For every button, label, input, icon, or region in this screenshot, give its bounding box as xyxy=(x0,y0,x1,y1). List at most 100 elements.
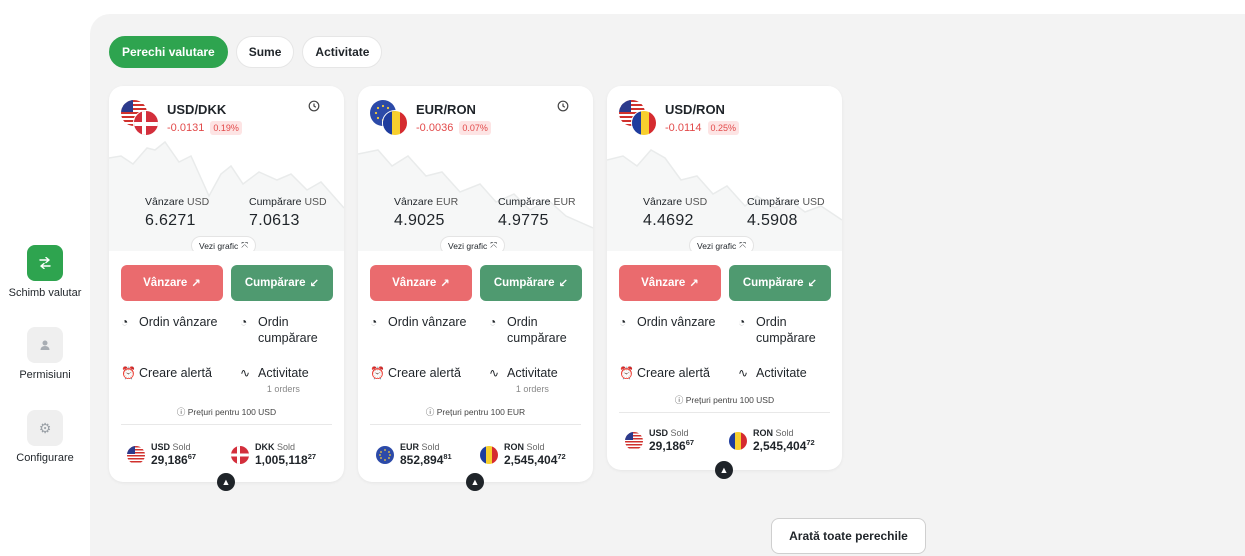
expand-icon: ⤧ xyxy=(490,240,498,250)
card-header: EUR/RON -0.0036 0.07% Vânzare EUR 4.9025… xyxy=(358,86,593,251)
buy-order-item[interactable]: ◔ Ordin cumpărare xyxy=(240,314,318,346)
balance-quote: RON Sold 2,545,40472 xyxy=(729,428,815,453)
create-alert-item[interactable]: ⏰ Creare alertă xyxy=(619,365,710,381)
action-buttons: Vânzare ↗ Cumpărare ↙ xyxy=(619,265,831,301)
collapse-button[interactable]: ▲ xyxy=(217,473,235,491)
tab-perechi-valutare[interactable]: Perechi valutare xyxy=(109,36,228,68)
tab-sume[interactable]: Sume xyxy=(235,36,295,68)
sell-button[interactable]: Vânzare ↗ xyxy=(619,265,721,301)
sell-button-label: Vânzare xyxy=(641,277,686,289)
activity-item[interactable]: ∿ Activitate 1 orders xyxy=(240,365,309,397)
balance-label: Sold xyxy=(775,428,794,438)
activity-label: Activitate xyxy=(507,366,558,380)
sell-rate: Vânzare USD 4.4692 xyxy=(643,196,707,230)
expand-icon: ⤧ xyxy=(241,240,249,250)
buy-button[interactable]: Cumpărare ↙ xyxy=(231,265,333,301)
nav-label: Schimb valutar xyxy=(8,287,82,299)
view-chart-label: Vezi grafic xyxy=(697,240,737,251)
sell-rate: Vânzare USD 6.6271 xyxy=(145,196,209,230)
balance-currency: EUR xyxy=(400,442,420,452)
buy-rate-currency: EUR xyxy=(553,196,576,208)
activity-pulse-icon: ∿ xyxy=(738,366,749,380)
buy-button[interactable]: Cumpărare ↙ xyxy=(480,265,582,301)
buy-order-label-1: Ordin xyxy=(756,315,787,329)
change-percent: 0.07% xyxy=(459,121,491,135)
buy-order-item[interactable]: ◔ Ordin cumpărare xyxy=(489,314,567,346)
balance-currency: USD xyxy=(151,442,171,452)
buy-order-label-1: Ordin xyxy=(258,315,289,329)
sell-rate-label: Vânzare xyxy=(145,196,185,208)
chevron-up-icon: ▲ xyxy=(470,477,480,487)
show-all-pairs-button[interactable]: Arată toate perechile xyxy=(771,518,926,554)
price-note: ⓘ Prețuri pentru 100 USD xyxy=(607,394,842,406)
history-icon[interactable] xyxy=(308,100,320,115)
pair-name: USD/RON xyxy=(665,102,725,117)
divider xyxy=(619,412,830,413)
divider xyxy=(121,424,332,425)
create-alert-label: Creare alertă xyxy=(139,366,212,380)
arrow-up-right-icon: ↗ xyxy=(689,278,699,290)
alarm-clock-icon: ⏰ xyxy=(619,366,634,380)
buy-order-item[interactable]: ◔ Ordin cumpărare xyxy=(738,314,816,346)
mini-chart xyxy=(358,149,593,251)
sell-button[interactable]: Vânzare ↗ xyxy=(370,265,472,301)
divider xyxy=(370,424,581,425)
sell-rate-label: Vânzare xyxy=(394,196,434,208)
gear-icon: ⚙ xyxy=(27,410,63,446)
view-chart-button[interactable]: Vezi grafic ⤧ xyxy=(440,236,506,251)
flag-dk-icon xyxy=(133,110,159,136)
buy-rate-dec: 9775 xyxy=(511,212,549,229)
pair-name: EUR/RON xyxy=(416,102,476,117)
history-icon[interactable] xyxy=(557,100,569,115)
change-value: -0.0036 xyxy=(416,122,454,134)
balance-base: EUR Sold 852,89481 xyxy=(376,442,452,467)
buy-rate-int: 7. xyxy=(249,212,263,229)
sell-rate-currency: USD xyxy=(685,196,708,208)
view-chart-button[interactable]: Vezi grafic ⤧ xyxy=(191,236,257,251)
price-note-text: Prețuri pentru 100 USD xyxy=(685,395,775,405)
create-alert-item[interactable]: ⏰ Creare alertă xyxy=(121,365,212,381)
balance-dec: 72 xyxy=(806,438,815,447)
clock-icon: ◔ xyxy=(738,315,746,329)
sell-order-item[interactable]: ◔ Ordin vânzare xyxy=(370,314,467,330)
sell-order-label: Ordin vânzare xyxy=(637,315,716,329)
view-chart-button[interactable]: Vezi grafic ⤧ xyxy=(689,236,755,251)
activity-item[interactable]: ∿ Activitate 1 orders xyxy=(489,365,558,397)
nav-configurare[interactable]: ⚙ Configurare xyxy=(0,410,90,464)
activity-pulse-icon: ∿ xyxy=(489,366,500,380)
buy-button[interactable]: Cumpărare ↙ xyxy=(729,265,831,301)
buy-order-label-1: Ordin xyxy=(507,315,538,329)
create-alert-label: Creare alertă xyxy=(637,366,710,380)
info-icon: ⓘ xyxy=(176,407,186,417)
price-note-text: Prețuri pentru 100 USD xyxy=(187,407,277,417)
buy-order-label-2: cumpărare xyxy=(258,331,318,345)
create-alert-item[interactable]: ⏰ Creare alertă xyxy=(370,365,461,381)
sell-order-item[interactable]: ◔ Ordin vânzare xyxy=(121,314,218,330)
alarm-clock-icon: ⏰ xyxy=(370,366,385,380)
chevron-up-icon: ▲ xyxy=(719,465,729,475)
flag-us-icon xyxy=(625,431,643,450)
sell-rate-dec: 4692 xyxy=(656,212,694,229)
change-percent: 0.19% xyxy=(210,121,242,135)
sell-rate-currency: USD xyxy=(187,196,210,208)
sell-order-item[interactable]: ◔ Ordin vânzare xyxy=(619,314,716,330)
balance-dec: 81 xyxy=(443,452,452,461)
clock-icon: ◔ xyxy=(619,315,627,329)
price-note: ⓘ Prețuri pentru 100 USD xyxy=(109,406,344,418)
view-chart-label: Vezi grafic xyxy=(448,240,488,251)
nav-schimb-valutar[interactable]: Schimb valutar xyxy=(0,245,90,299)
sell-button[interactable]: Vânzare ↗ xyxy=(121,265,223,301)
activity-item[interactable]: ∿ Activitate xyxy=(738,365,807,381)
buy-rate-dec: 5908 xyxy=(760,212,798,229)
buy-rate-label: Cumpărare xyxy=(747,196,800,208)
arrow-down-left-icon: ↙ xyxy=(807,278,818,290)
buy-rate-int: 4. xyxy=(747,212,761,229)
orders-count: 1 orders xyxy=(266,384,300,394)
collapse-button[interactable]: ▲ xyxy=(466,473,484,491)
arrow-down-left-icon: ↙ xyxy=(309,278,320,290)
collapse-button[interactable]: ▲ xyxy=(715,461,733,479)
sidebar: Schimb valutar Permisiuni ⚙ Configurare xyxy=(0,0,90,556)
nav-permisiuni[interactable]: Permisiuni xyxy=(0,327,90,381)
tab-activitate[interactable]: Activitate xyxy=(302,36,383,68)
flag-us-icon xyxy=(127,445,145,464)
